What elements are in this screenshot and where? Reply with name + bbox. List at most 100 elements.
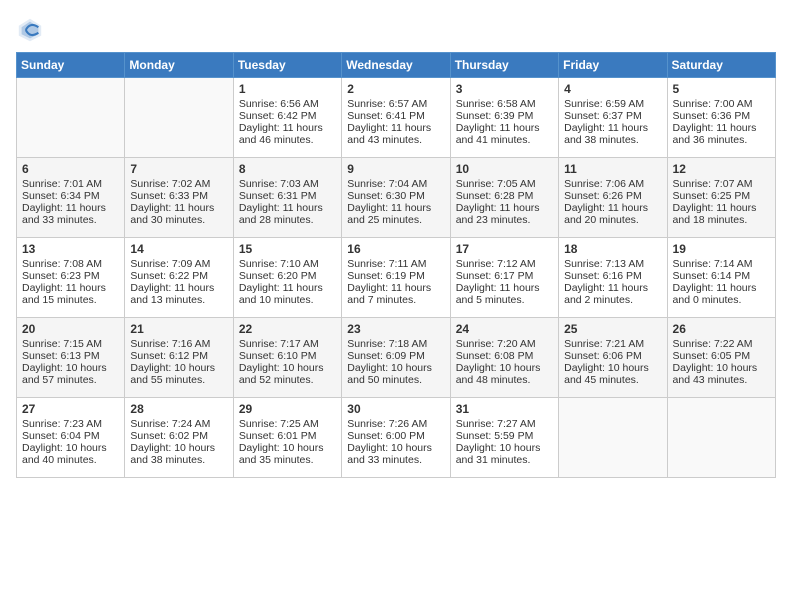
day-info: Sunset: 6:01 PM	[239, 430, 336, 442]
day-info: Sunset: 6:41 PM	[347, 110, 444, 122]
calendar-cell: 3Sunrise: 6:58 AMSunset: 6:39 PMDaylight…	[450, 78, 558, 158]
calendar-cell: 14Sunrise: 7:09 AMSunset: 6:22 PMDayligh…	[125, 238, 233, 318]
day-info: Sunrise: 7:12 AM	[456, 258, 553, 270]
day-number: 18	[564, 242, 661, 256]
day-number: 1	[239, 82, 336, 96]
calendar-cell	[17, 78, 125, 158]
day-number: 15	[239, 242, 336, 256]
day-info: Sunrise: 7:20 AM	[456, 338, 553, 350]
day-info: Sunrise: 6:57 AM	[347, 98, 444, 110]
day-info: Daylight: 11 hours and 0 minutes.	[673, 282, 770, 306]
day-number: 27	[22, 402, 119, 416]
day-info: Sunrise: 7:11 AM	[347, 258, 444, 270]
calendar-cell: 18Sunrise: 7:13 AMSunset: 6:16 PMDayligh…	[559, 238, 667, 318]
day-number: 25	[564, 322, 661, 336]
day-header-saturday: Saturday	[667, 53, 775, 78]
day-number: 30	[347, 402, 444, 416]
calendar-cell: 13 Sunrise: 7:08 AMSunset: 6:23 PMDayligh…	[17, 238, 125, 318]
day-number: 8	[239, 162, 336, 176]
day-number: 12	[673, 162, 770, 176]
day-header-sunday: Sunday	[17, 53, 125, 78]
calendar-table: SundayMondayTuesdayWednesdayThursdayFrid…	[16, 52, 776, 478]
day-info: Sunset: 6:04 PM	[22, 430, 119, 442]
day-info: Sunrise: 7:23 AM	[22, 418, 119, 430]
day-number: 3	[456, 82, 553, 96]
day-info: Sunrise: 7:04 AM	[347, 178, 444, 190]
calendar-cell	[125, 78, 233, 158]
day-info: Sunset: 5:59 PM	[456, 430, 553, 442]
day-info: Daylight: 10 hours and 52 minutes.	[239, 362, 336, 386]
day-info: Daylight: 11 hours and 33 minutes.	[22, 202, 119, 226]
day-info: Sunrise: 7:15 AM	[22, 338, 119, 350]
day-number: 11	[564, 162, 661, 176]
day-info: Daylight: 10 hours and 55 minutes.	[130, 362, 227, 386]
day-header-wednesday: Wednesday	[342, 53, 450, 78]
day-number: 29	[239, 402, 336, 416]
calendar-cell: 31Sunrise: 7:27 AMSunset: 5:59 PMDayligh…	[450, 398, 558, 478]
day-number: 23	[347, 322, 444, 336]
day-info: Daylight: 11 hours and 7 minutes.	[347, 282, 444, 306]
calendar-cell: 25Sunrise: 7:21 AMSunset: 6:06 PMDayligh…	[559, 318, 667, 398]
day-number: 17	[456, 242, 553, 256]
day-number: 4	[564, 82, 661, 96]
calendar-cell: 1Sunrise: 6:56 AMSunset: 6:42 PMDaylight…	[233, 78, 341, 158]
day-info: Daylight: 10 hours and 40 minutes.	[22, 442, 119, 466]
day-info: Sunset: 6:22 PM	[130, 270, 227, 282]
calendar-cell: 11Sunrise: 7:06 AMSunset: 6:26 PMDayligh…	[559, 158, 667, 238]
day-info: Daylight: 11 hours and 41 minutes.	[456, 122, 553, 146]
day-info: Daylight: 11 hours and 36 minutes.	[673, 122, 770, 146]
day-number: 10	[456, 162, 553, 176]
day-number: 16	[347, 242, 444, 256]
calendar-cell: 4Sunrise: 6:59 AMSunset: 6:37 PMDaylight…	[559, 78, 667, 158]
calendar-header-row: SundayMondayTuesdayWednesdayThursdayFrid…	[17, 53, 776, 78]
day-info: Daylight: 10 hours and 57 minutes.	[22, 362, 119, 386]
day-info: Sunset: 6:20 PM	[239, 270, 336, 282]
day-info: Sunset: 6:19 PM	[347, 270, 444, 282]
day-info: Sunrise: 7:10 AM	[239, 258, 336, 270]
day-info: Sunrise: 6:59 AM	[564, 98, 661, 110]
week-row-2: 6Sunrise: 7:01 AMSunset: 6:34 PMDaylight…	[17, 158, 776, 238]
day-info: Sunrise: 7:08 AM	[22, 258, 119, 270]
day-info: Sunset: 6:09 PM	[347, 350, 444, 362]
day-info: Daylight: 11 hours and 18 minutes.	[673, 202, 770, 226]
day-info: Sunset: 6:14 PM	[673, 270, 770, 282]
week-row-1: 1Sunrise: 6:56 AMSunset: 6:42 PMDaylight…	[17, 78, 776, 158]
page-header	[16, 16, 776, 44]
day-info: Sunrise: 7:03 AM	[239, 178, 336, 190]
day-info: Daylight: 10 hours and 35 minutes.	[239, 442, 336, 466]
calendar-cell: 24Sunrise: 7:20 AMSunset: 6:08 PMDayligh…	[450, 318, 558, 398]
day-info: Sunrise: 7:16 AM	[130, 338, 227, 350]
day-info: Sunrise: 7:27 AM	[456, 418, 553, 430]
logo	[16, 16, 48, 44]
calendar-cell: 2Sunrise: 6:57 AMSunset: 6:41 PMDaylight…	[342, 78, 450, 158]
calendar-cell: 5Sunrise: 7:00 AMSunset: 6:36 PMDaylight…	[667, 78, 775, 158]
day-info: Daylight: 10 hours and 45 minutes.	[564, 362, 661, 386]
day-number: 20	[22, 322, 119, 336]
calendar-cell: 29 Sunrise: 7:25 AMSunset: 6:01 PMDayligh…	[233, 398, 341, 478]
day-info: Sunset: 6:28 PM	[456, 190, 553, 202]
day-info: Sunset: 6:08 PM	[456, 350, 553, 362]
day-number: 14	[130, 242, 227, 256]
day-info: Daylight: 11 hours and 15 minutes.	[22, 282, 119, 306]
day-info: Sunset: 6:12 PM	[130, 350, 227, 362]
day-info: Sunset: 6:25 PM	[673, 190, 770, 202]
week-row-3: 13Sunrise: 7:08 AMSunset: 6:23 PMDayligh…	[17, 238, 776, 318]
day-info: Sunset: 6:34 PM	[22, 190, 119, 202]
day-header-friday: Friday	[559, 53, 667, 78]
day-info: Sunrise: 7:22 AM	[673, 338, 770, 350]
day-info: Sunrise: 6:56 AM	[239, 98, 336, 110]
day-info: Sunrise: 7:13 AM	[564, 258, 661, 270]
day-info: Sunset: 6:39 PM	[456, 110, 553, 122]
day-number: 24	[456, 322, 553, 336]
day-info: Sunrise: 7:25 AM	[239, 418, 336, 430]
calendar-cell: 17Sunrise: 7:12 AMSunset: 6:17 PMDayligh…	[450, 238, 558, 318]
day-info: Daylight: 11 hours and 23 minutes.	[456, 202, 553, 226]
day-info: Sunrise: 7:21 AM	[564, 338, 661, 350]
day-number: 13	[22, 242, 119, 256]
day-info: Daylight: 10 hours and 31 minutes.	[456, 442, 553, 466]
day-info: Sunset: 6:02 PM	[130, 430, 227, 442]
calendar-cell: 21Sunrise: 7:16 AMSunset: 6:12 PMDayligh…	[125, 318, 233, 398]
day-number: 22	[239, 322, 336, 336]
day-info: Daylight: 11 hours and 25 minutes.	[347, 202, 444, 226]
day-info: Sunset: 6:23 PM	[22, 270, 119, 282]
